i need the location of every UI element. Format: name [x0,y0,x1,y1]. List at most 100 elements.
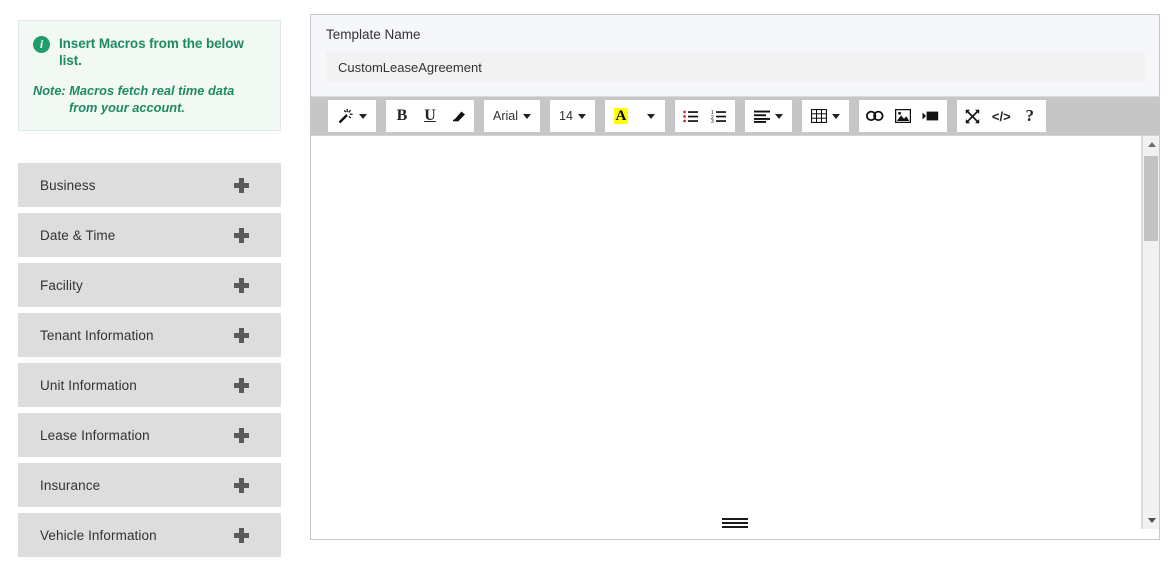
plus-icon[interactable] [234,328,249,343]
toolbar-group-macro [328,100,376,132]
plus-icon[interactable] [234,528,249,543]
align-left-icon [753,110,770,123]
macro-group-unit-information[interactable]: Unit Information [18,363,281,407]
plus-icon[interactable] [234,228,249,243]
bullet-list-icon [683,110,699,122]
info-note-line1: Macros fetch real time data [69,83,235,98]
toolbar-group-insert [858,100,947,132]
grip-line [722,522,748,524]
bold-button[interactable]: B [388,102,416,130]
macros-info-box: i Insert Macros from the below list. Not… [18,20,281,131]
template-panel: Template Name CustomLeaseAgreement B U A… [310,14,1160,540]
scrollbar-thumb[interactable] [1144,156,1158,241]
info-note-line2: from your account. [69,100,185,115]
bold-icon: B [396,107,408,124]
underline-button[interactable]: U [416,102,444,130]
underline-icon: U [424,107,436,124]
toolbar-group-table [801,100,849,132]
toolbar-separator [475,116,484,117]
resize-grip-icon[interactable] [722,518,748,528]
image-icon [894,109,911,123]
chevron-down-icon [831,113,840,119]
insert-link-button[interactable] [861,102,889,130]
toolbar-separator [736,116,745,117]
text-color-button[interactable]: A [607,102,635,130]
scroll-down-arrow-icon[interactable] [1143,512,1160,529]
macro-group-label: Unit Information [40,377,137,393]
info-note-label: Note: [33,83,66,98]
toolbar-separator [666,116,675,117]
chevron-down-icon [647,113,656,119]
source-code-button[interactable]: </> [987,102,1016,130]
toolbar-separator [596,116,605,117]
toolbar-separator [850,116,859,117]
insert-image-button[interactable] [889,102,917,130]
editor-body [311,135,1159,529]
macro-group-date-time[interactable]: Date & Time [18,213,281,257]
template-name-label: Template Name [326,27,421,42]
macro-group-tenant-information[interactable]: Tenant Information [18,313,281,357]
insert-macro-button[interactable] [330,102,374,130]
info-circle-icon: i [33,36,50,53]
text-color-dropdown[interactable] [635,102,663,130]
plus-icon[interactable] [234,178,249,193]
help-button[interactable]: ? [1016,102,1044,130]
unordered-list-button[interactable] [677,102,705,130]
macro-group-lease-information[interactable]: Lease Information [18,413,281,457]
clear-formatting-button[interactable] [444,102,472,130]
macro-group-business[interactable]: Business [18,163,281,207]
info-note-text: Note: Macros fetch real time data from y… [33,82,268,116]
align-button[interactable] [747,102,790,130]
plus-icon[interactable] [234,428,249,443]
macro-group-label: Lease Information [40,427,150,443]
macro-group-vehicle-information[interactable]: Vehicle Information [18,513,281,557]
question-mark-icon: ? [1025,106,1034,125]
fullscreen-icon [966,109,980,123]
fullscreen-button[interactable] [959,102,987,130]
grip-line [722,526,748,528]
code-icon: </> [991,108,1011,124]
info-title-text: Insert Macros from the below list. [59,36,244,68]
grip-line [722,518,748,520]
macro-group-label: Business [40,177,96,193]
insert-video-button[interactable] [917,102,945,130]
macro-group-facility[interactable]: Facility [18,263,281,307]
plus-icon[interactable] [234,278,249,293]
rich-text-editor[interactable] [311,136,1142,529]
plus-icon[interactable] [234,478,249,493]
chevron-down-icon [359,113,367,119]
toolbar-group-color: A [604,100,665,132]
numbered-list-icon: 1 2 3 [711,110,727,123]
macro-group-list: Business Date & Time Facility Tenant Inf… [18,163,281,557]
toolbar-group-tools: </> ? [956,100,1046,132]
template-name-header: Template Name [311,15,1159,97]
eraser-icon [452,111,465,122]
macro-group-label: Date & Time [40,227,116,243]
plus-icon[interactable] [234,378,249,393]
magic-wand-icon [338,108,353,123]
toolbar-separator [377,116,386,117]
video-icon [922,111,939,121]
editor-toolbar: B U Arial 14 A 1 2 3 </> ? [311,97,1159,135]
scroll-up-arrow-icon[interactable] [1143,136,1160,153]
toolbar-group-lists: 1 2 3 [674,100,735,132]
font-family-select[interactable]: Arial [486,102,538,130]
macro-group-insurance[interactable]: Insurance [18,463,281,507]
insert-table-button[interactable] [804,102,847,130]
macros-sidebar: i Insert Macros from the below list. Not… [18,20,281,557]
text-color-icon: A [613,108,629,124]
font-size-select[interactable]: 14 [552,102,593,130]
chevron-down-icon [774,113,783,119]
toolbar-group-align [744,100,792,132]
chevron-down-icon [523,113,532,119]
editor-scrollbar[interactable] [1142,136,1159,529]
macro-group-label: Insurance [40,477,101,493]
toolbar-group-format: B U [386,100,474,132]
toolbar-separator [541,116,550,117]
template-name-input[interactable] [326,52,1145,82]
ordered-list-button[interactable]: 1 2 3 [705,102,733,130]
table-icon [810,109,827,123]
toolbar-separator [793,116,802,117]
toolbar-group-font-size: 14 [550,100,595,132]
toolbar-separator [948,116,957,117]
